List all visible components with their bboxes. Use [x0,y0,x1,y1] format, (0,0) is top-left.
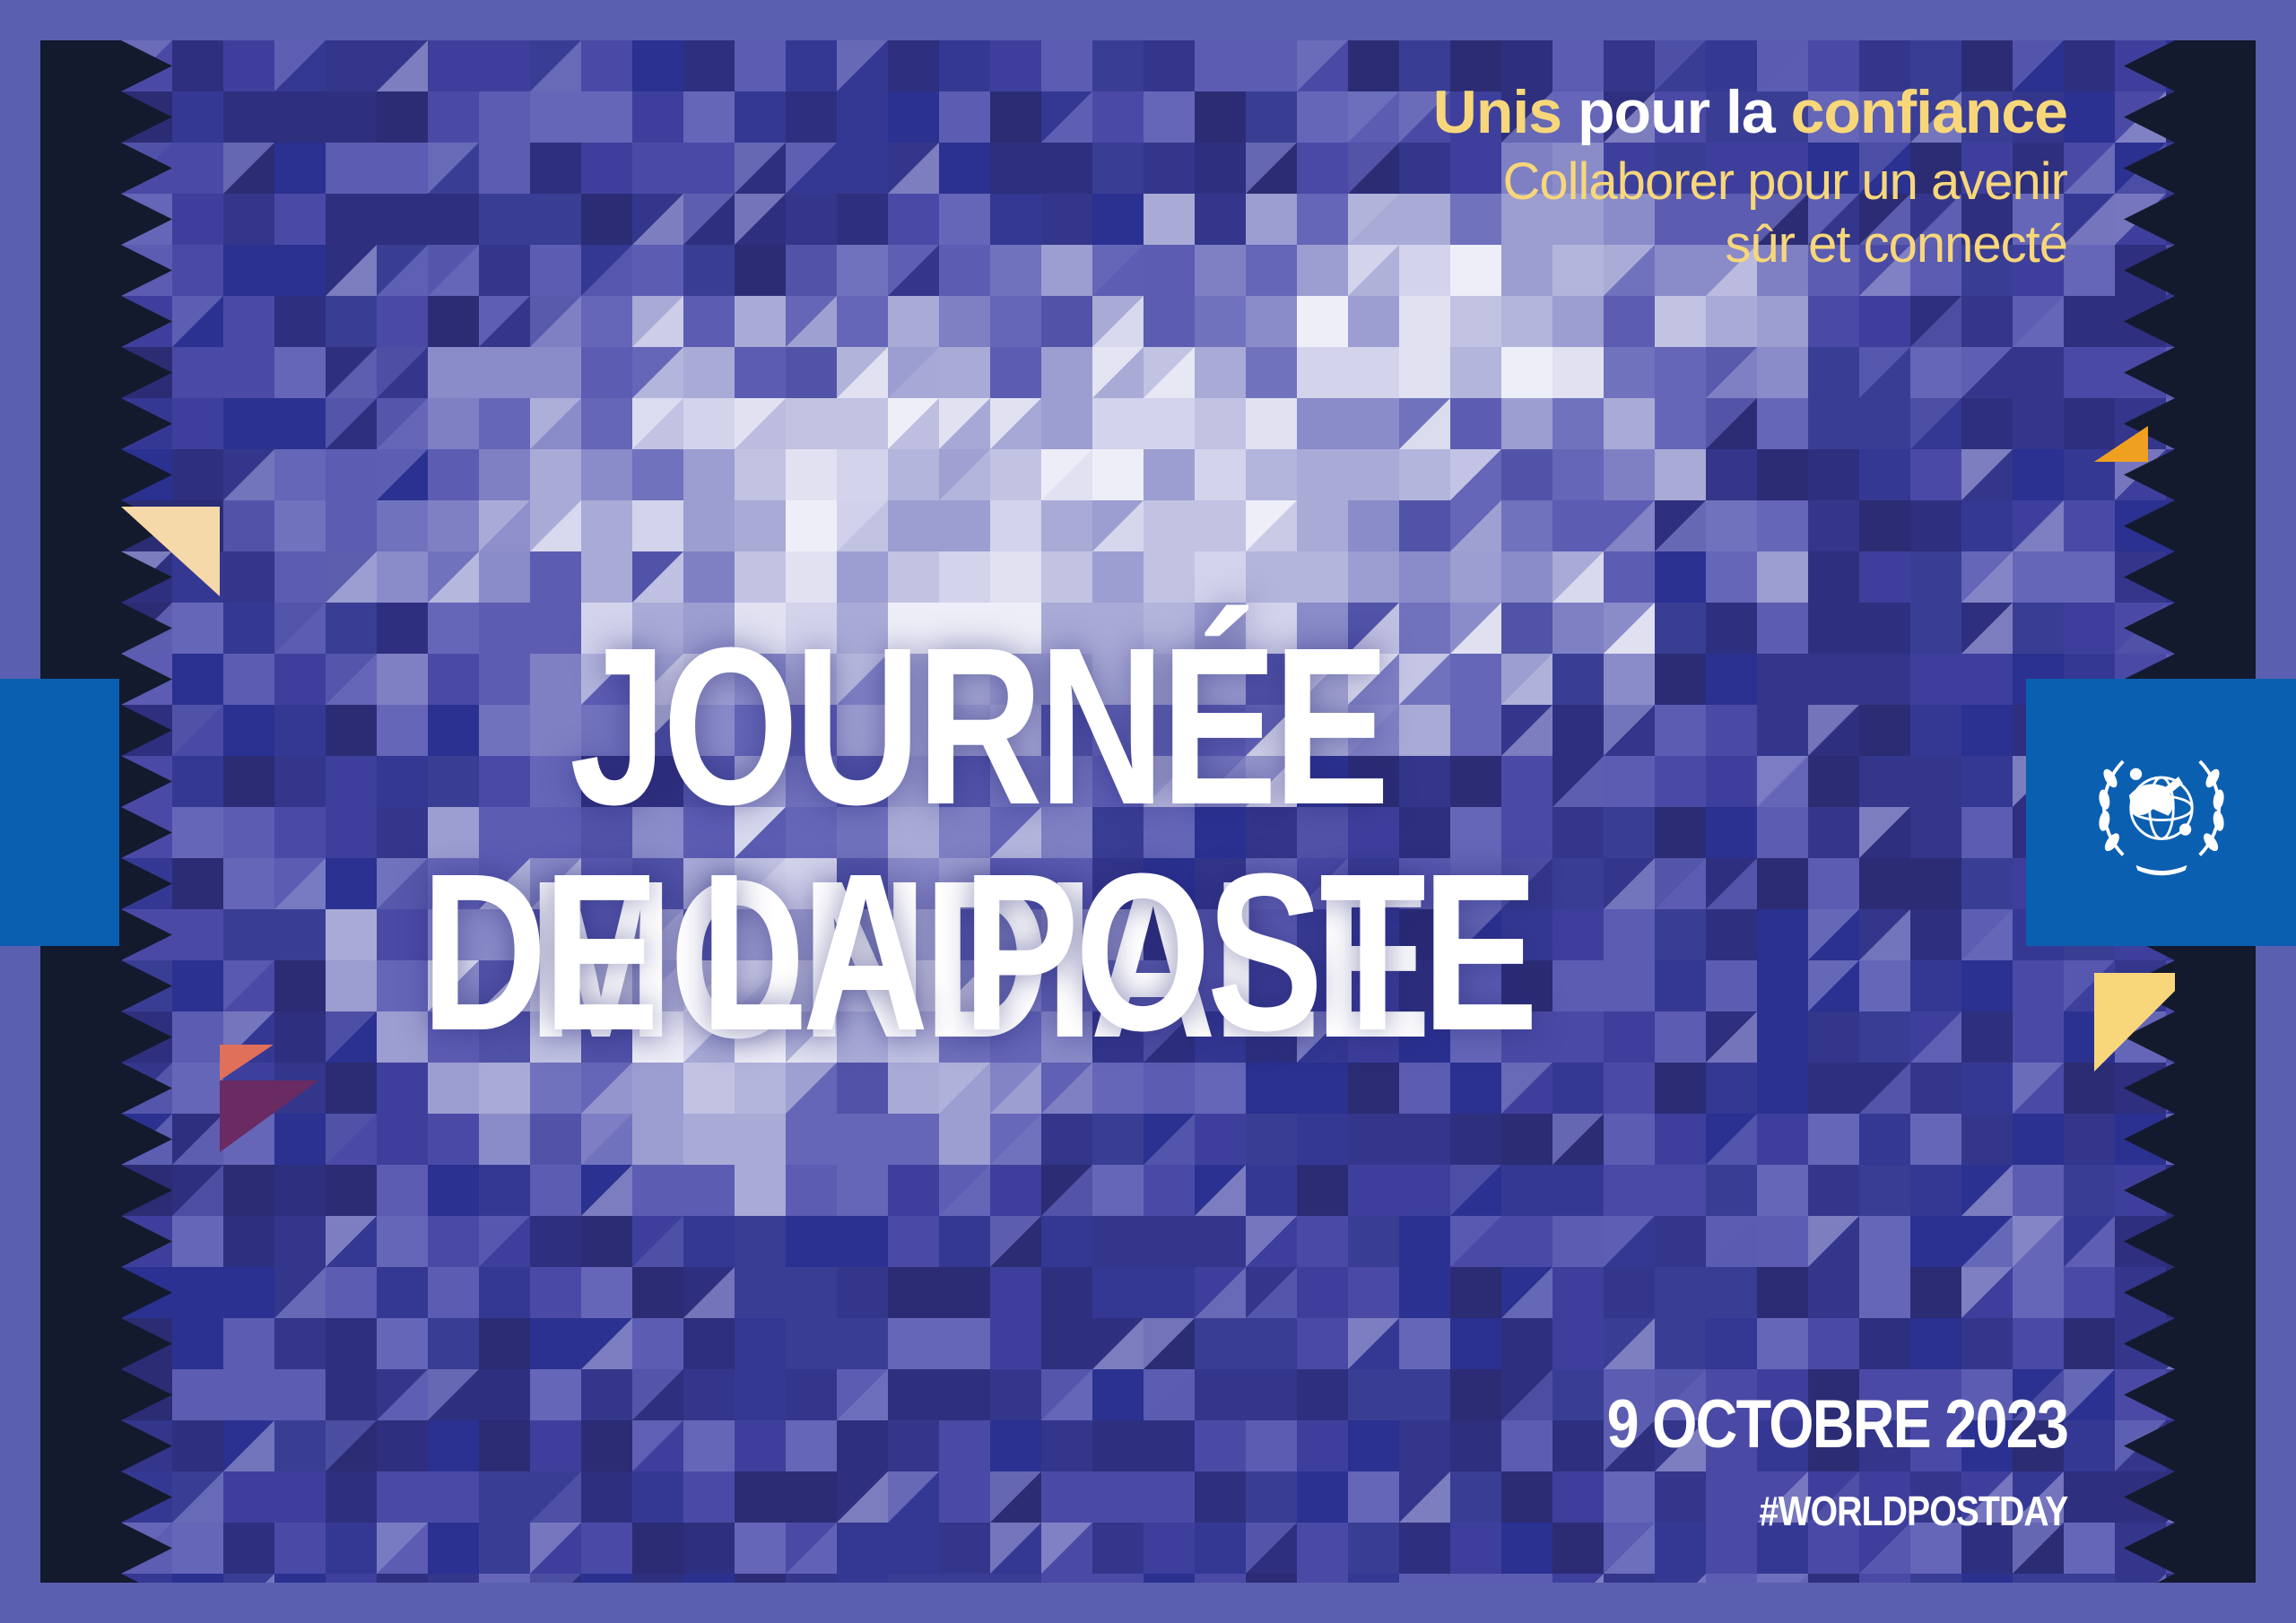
tagline-word-confiance: confiance [1790,78,2068,146]
tagline-headline: Unis pour la confiance [1432,74,2068,151]
main-title-line-2: DE LA POSTE [421,827,1538,1077]
tagline-sub-line-1: Collaborer pour un avenir [1502,152,2068,211]
event-date: 9 OCTOBRE 2023 [1606,1386,2068,1462]
poster: Unis pour la confiance Collaborer pour u… [0,0,2296,1623]
tagline-word-pour-la: pour la [1561,78,1791,146]
tagline: Unis pour la confiance Collaborer pour u… [1432,74,2068,276]
tagline-word-unis: Unis [1432,78,1562,146]
right-blue-tab [2026,679,2296,946]
tagline-sub-line-2: sûr et connecté [1725,215,2068,273]
left-blue-tab [0,679,119,946]
upu-emblem-icon [2098,759,2224,876]
hashtag: #WORLDPOSTDAY [1759,1488,2068,1534]
